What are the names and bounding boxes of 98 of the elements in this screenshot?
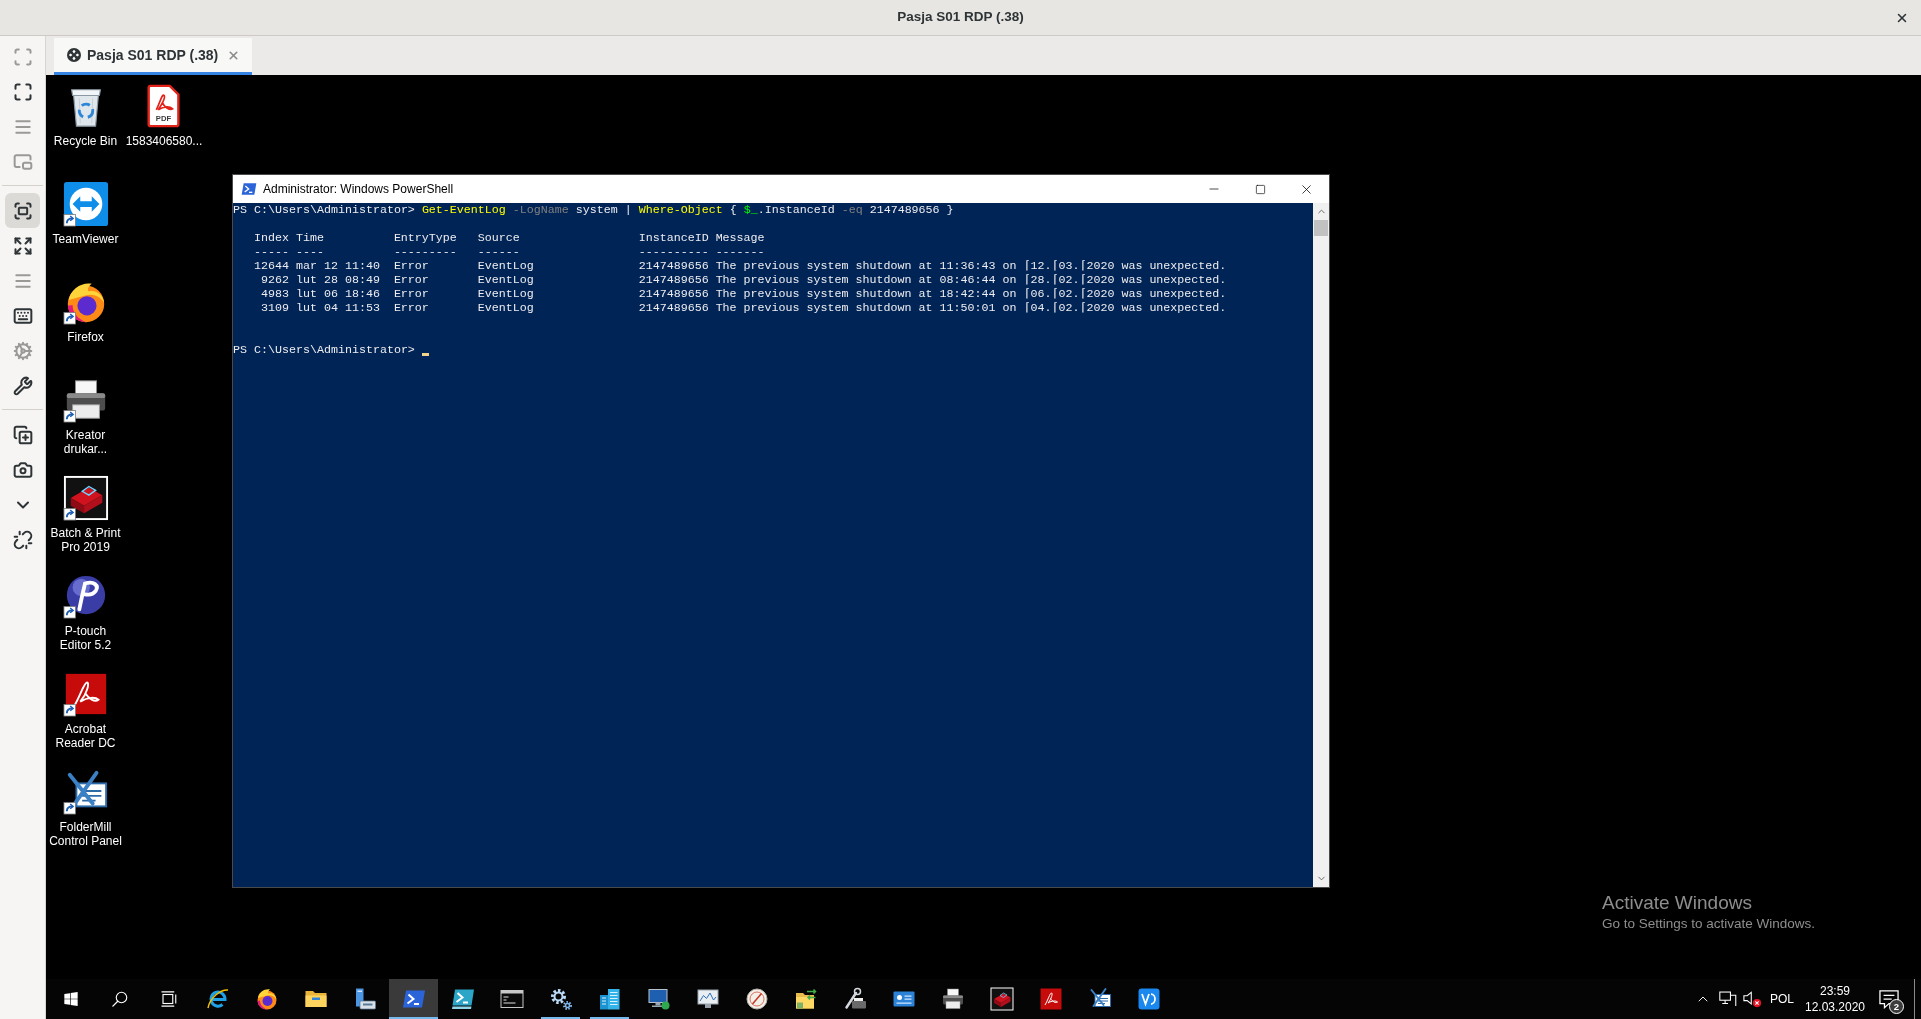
notification-badge: 2 (1889, 999, 1904, 1014)
table-cell: 2147489656 (638, 259, 709, 273)
close-icon (226, 48, 240, 62)
table-cell: The previous system shutdown at 18:42:44 on ⌈06.⌈02.⌈2020 was unexpected. (715, 287, 1227, 301)
swirl-tile-icon (1038, 987, 1063, 1011)
console-window-icon (499, 987, 524, 1011)
column-header: EntryType (393, 231, 457, 245)
console-prompt: PS C:\Users\Administrator> (233, 343, 415, 357)
table-cell: EventLog (477, 301, 534, 315)
table-cell: The previous system shutdown at 11:50:01 on ⌈04.⌈02.⌈2020 was unexpected. (715, 301, 1227, 315)
column-header: Time (295, 231, 324, 245)
desktop-icon-label[interactable]: Firefox (67, 330, 104, 344)
printer-wrench-icon (842, 987, 867, 1011)
circle-diamonds-icon (67, 48, 81, 62)
fullscreen-icon (12, 81, 33, 102)
camera-icon (12, 459, 33, 480)
column-underline: ---------- (638, 245, 709, 259)
table-cell: lut 06 18:46 (295, 287, 380, 301)
column-header: Message (715, 231, 765, 245)
printer-box-icon[interactable] (62, 475, 109, 521)
table-cell: EventLog (477, 273, 534, 287)
table-cell: 3109 (261, 301, 289, 315)
activation-title: Activate Windows (1602, 892, 1753, 914)
clock-date[interactable]: 12.03.2020 (1804, 999, 1866, 1015)
network-icon[interactable] (1718, 991, 1737, 1007)
table-cell: mar 12 11:40 (295, 259, 380, 273)
monitor-chart-icon (695, 987, 720, 1011)
table-cell: 4983 (261, 287, 289, 301)
scroll-thumb[interactable] (1314, 220, 1328, 236)
toolbar-button[interactable] (5, 193, 40, 228)
terminal-icon (450, 987, 475, 1011)
table-cell: 2147489656 (638, 273, 709, 287)
unlink-icon (12, 529, 33, 550)
column-underline: ------- (715, 245, 765, 259)
dial-icon (744, 987, 769, 1011)
console-line: PS C:\Users\Administrator> Get-EventLog -LogName system | Where-Object { $_.InstanceId -eq 2147489656 } (233, 203, 954, 217)
monitor-icon (646, 987, 671, 1011)
desktop-icon-label[interactable]: Kreator drukar... (48, 428, 123, 456)
settings-icon (548, 987, 573, 1011)
table-cell: Error (393, 273, 429, 287)
table-cell: 2147489656 (638, 287, 709, 301)
clock-time[interactable]: 23:59 (1820, 983, 1850, 999)
table-cell: The previous system shutdown at 08:46:44 on ⌈28.⌈02.⌈2020 was unexpected. (715, 273, 1227, 287)
settings-icon (12, 340, 33, 361)
column-underline: ---- (295, 245, 324, 259)
maximize-icon (1254, 183, 1266, 195)
window-title: Pasja S01 RDP (.38) (897, 8, 1024, 27)
expand-icon (12, 235, 33, 256)
column-underline: ------ (477, 245, 520, 259)
language-indicator[interactable]: POL (1770, 990, 1794, 1008)
printer-box-icon (989, 987, 1014, 1011)
desktop-icon-label[interactable]: Recycle Bin (53, 134, 118, 148)
notification-icon[interactable] (1879, 989, 1899, 1009)
column-underline: --------- (393, 245, 457, 259)
desktop-icon-label[interactable]: TeamViewer (52, 232, 119, 246)
scrollbar[interactable] (1313, 203, 1329, 887)
wrench-icon (12, 375, 33, 396)
table-cell: lut 28 08:49 (295, 273, 380, 287)
frame-corners-icon (12, 200, 33, 221)
table-cell: lut 04 11:53 (295, 301, 380, 315)
activation-message: Go to Settings to activate Windows. (1602, 915, 1816, 933)
desktop-icon-label[interactable]: 1583406580... (125, 134, 203, 148)
table-cell: Error (393, 287, 429, 301)
copy-plus-icon (12, 424, 33, 445)
keyboard-icon (12, 305, 33, 326)
folder-arrows-icon (793, 987, 818, 1011)
window-stack-icon (159, 990, 178, 1008)
rounded-tile-icon (1136, 987, 1161, 1011)
swirl-tile-icon[interactable] (62, 671, 109, 717)
desktop-icon-label[interactable]: FolderMill Control Panel (48, 820, 123, 848)
desktop-icon-label[interactable]: Batch & Print Pro 2019 (48, 526, 123, 554)
column-header: Source (477, 231, 520, 245)
terminal-icon (241, 181, 257, 197)
desktop-icon-label[interactable]: P-touch Editor 5.2 (48, 624, 123, 652)
ring-orbit-icon (205, 987, 230, 1011)
table-cell: EventLog (477, 287, 534, 301)
table-cell: 9262 (261, 273, 289, 287)
column-header: Index (254, 231, 289, 245)
buildings-icon (597, 987, 622, 1011)
tab[interactable]: Pasja S01 RDP (.38) (54, 38, 252, 75)
picture-in-picture-icon (12, 151, 33, 172)
four-panes-icon (62, 991, 79, 1007)
table-cell: 12644 (254, 259, 289, 273)
table-cell: 2147489656 (638, 301, 709, 315)
desktop-icon-label[interactable]: Acrobat Reader DC (48, 722, 123, 750)
printer-icon (940, 987, 965, 1011)
tools-card-icon[interactable] (62, 769, 109, 815)
scan-frame-icon (12, 46, 33, 67)
text-cursor (421, 353, 429, 356)
search-icon (110, 990, 129, 1008)
table-cell: Error (393, 301, 429, 315)
table-cell: Error (393, 259, 429, 273)
window-title: Administrator: Windows PowerShell (263, 181, 454, 198)
column-underline: ----- (254, 245, 289, 259)
speaker-muted-icon[interactable] (1743, 990, 1762, 1008)
table-cell: The previous system shutdown at 11:36:43 on ⌈12.⌈03.⌈2020 was unexpected. (715, 259, 1227, 273)
column-header: InstanceID (638, 231, 709, 245)
table-cell: EventLog (477, 259, 534, 273)
